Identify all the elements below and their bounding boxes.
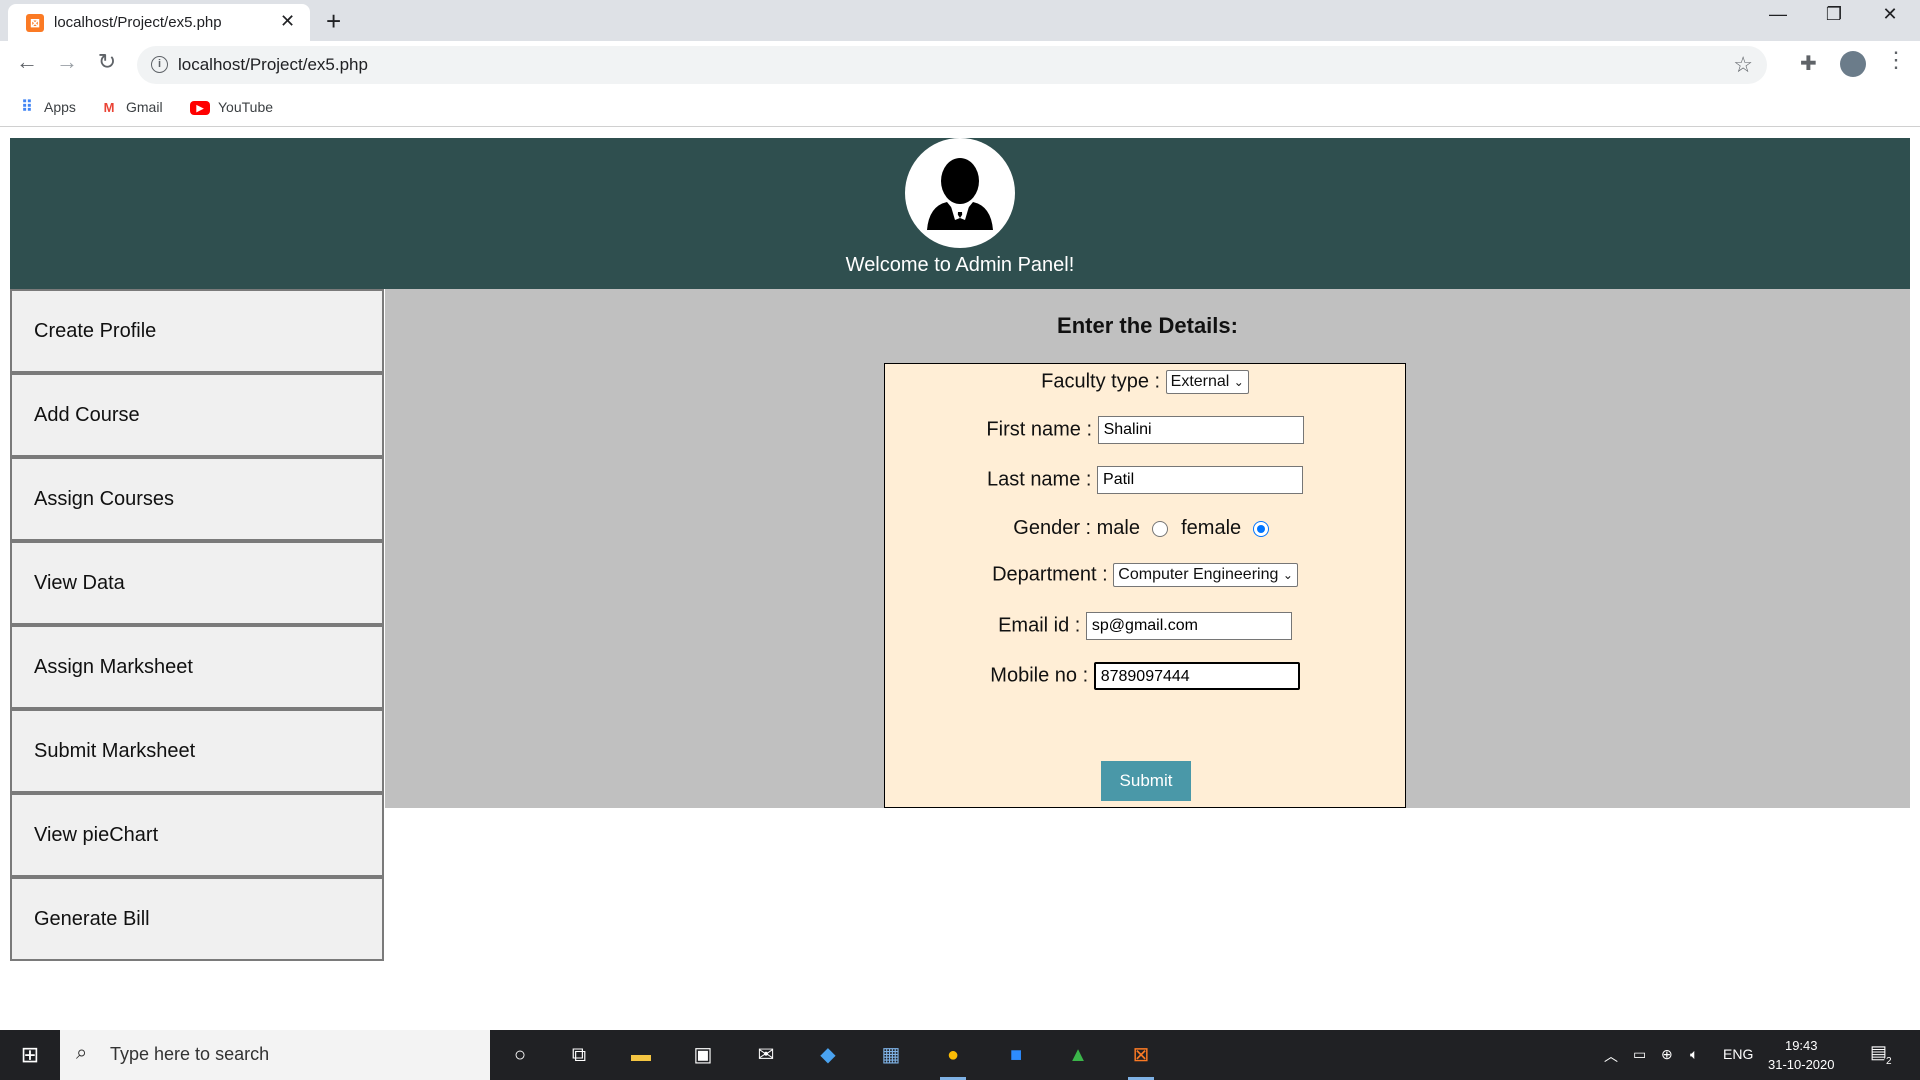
tray-chevron-up-icon[interactable]: ︿: [1604, 1046, 1618, 1066]
windows-taskbar: ⊞ ⌕ Type here to search ○ ⧉ ▬ ▣ ✉ ◆ ▦ ● …: [0, 1030, 1920, 1080]
clock-date: 31-10-2020: [1768, 1057, 1835, 1072]
chrome-icon[interactable]: ●: [940, 1042, 966, 1080]
bookmark-apps[interactable]: ⠿ Apps: [18, 96, 76, 118]
welcome-text: Welcome to Admin Panel!: [845, 254, 1075, 276]
windows-start-icon[interactable]: ⊞: [17, 1042, 43, 1068]
cortana-icon[interactable]: ○: [507, 1042, 533, 1068]
close-tab-icon[interactable]: ✕: [280, 11, 295, 32]
taskbar-search[interactable]: ⌕ Type here to search: [60, 1030, 490, 1080]
store-icon[interactable]: ▣: [690, 1042, 716, 1068]
apps-grid-icon: ⠿: [21, 99, 33, 117]
gender-label: Gender : male: [1013, 517, 1140, 540]
restore-icon[interactable]: ❐: [1814, 4, 1854, 25]
bookmarks-bar: ⠿ Apps M Gmail ▶ YouTube: [0, 89, 1920, 127]
tab-title: localhost/Project/ex5.php: [54, 14, 222, 31]
department-row: Department : Computer Engineering ⌄: [885, 563, 1405, 587]
notification-count: 2: [1884, 1056, 1894, 1067]
faculty-type-row: Faculty type : External ⌄: [885, 370, 1405, 394]
details-form: Faculty type : External ⌄ First name : S…: [884, 363, 1406, 808]
photos-icon[interactable]: ▦: [878, 1042, 904, 1068]
department-select[interactable]: Computer Engineering ⌄: [1113, 563, 1298, 587]
faculty-type-label: Faculty type :: [1041, 370, 1161, 393]
gender-row: Gender : male female: [885, 517, 1405, 540]
bookmark-label: Apps: [44, 99, 76, 115]
url-text[interactable]: localhost/Project/ex5.php: [178, 55, 368, 75]
battery-icon[interactable]: ▭: [1633, 1046, 1646, 1063]
taskbar-search-placeholder: Type here to search: [110, 1044, 270, 1064]
browser-tab[interactable]: ⊠ localhost/Project/ex5.php ✕: [8, 4, 310, 41]
mobile-input[interactable]: 8789097444: [1093, 662, 1300, 690]
xampp-icon[interactable]: ⊠: [1128, 1042, 1154, 1080]
first-name-label: First name :: [986, 418, 1092, 441]
browser-tabstrip: ⊠ localhost/Project/ex5.php ✕ + — ❐ ✕: [0, 0, 1920, 41]
new-tab-icon[interactable]: +: [326, 6, 341, 37]
minimize-icon[interactable]: —: [1758, 4, 1798, 25]
admin-header: Welcome to Admin Panel!: [10, 138, 1910, 289]
browser-toolbar: ← → ↻ i localhost/Project/ex5.php ☆ ✚ ⋮: [0, 41, 1920, 89]
sidebar-item-generate-bill[interactable]: Generate Bill: [10, 877, 384, 961]
gender-female-label: female: [1181, 517, 1242, 540]
chevron-down-icon: ⌄: [1233, 375, 1244, 389]
first-name-row: First name : Shalini: [885, 416, 1405, 444]
sidebar-item-assign-marksheet[interactable]: Assign Marksheet: [10, 625, 384, 709]
sidebar-item-submit-marksheet[interactable]: Submit Marksheet: [10, 709, 384, 793]
forward-icon[interactable]: →: [52, 49, 82, 75]
last-name-label: Last name :: [986, 468, 1092, 491]
remote-desktop-icon[interactable]: ▲: [1065, 1042, 1091, 1068]
form-title: Enter the Details:: [1057, 313, 1238, 338]
youtube-icon: ▶: [190, 101, 210, 116]
window-close-icon[interactable]: ✕: [1870, 4, 1910, 25]
sidebar: Create Profile Add Course Assign Courses…: [10, 289, 385, 961]
task-view-icon[interactable]: ⧉: [566, 1042, 592, 1068]
app-icon[interactable]: ◆: [815, 1042, 841, 1068]
browser-menu-icon[interactable]: ⋮: [1885, 47, 1907, 73]
bookmark-youtube[interactable]: ▶ YouTube: [190, 96, 273, 118]
mobile-row: Mobile no : 8789097444: [885, 662, 1405, 690]
page: Welcome to Admin Panel! Create Profile A…: [10, 138, 1910, 1028]
faculty-type-select[interactable]: External ⌄: [1165, 370, 1249, 394]
xampp-favicon-icon: ⊠: [26, 14, 44, 32]
chevron-down-icon: ⌄: [1282, 568, 1293, 582]
mail-icon[interactable]: ✉: [753, 1042, 779, 1068]
network-globe-icon[interactable]: ⊕: [1661, 1046, 1673, 1063]
sidebar-item-create-profile[interactable]: Create Profile: [10, 289, 384, 373]
extensions-puzzle-icon[interactable]: ✚: [1800, 51, 1817, 76]
bookmark-label: Gmail: [126, 99, 163, 115]
address-bar[interactable]: i localhost/Project/ex5.php ☆: [137, 46, 1767, 84]
volume-icon[interactable]: 🔈︎: [1690, 1046, 1698, 1063]
first-name-input[interactable]: Shalini: [1097, 416, 1304, 444]
profile-avatar[interactable]: [1840, 51, 1866, 77]
site-info-icon[interactable]: i: [151, 56, 168, 73]
last-name-row: Last name : Patil: [885, 466, 1405, 494]
zoom-icon[interactable]: ■: [1003, 1042, 1029, 1068]
bookmark-label: YouTube: [218, 99, 274, 115]
sidebar-item-assign-courses[interactable]: Assign Courses: [10, 457, 384, 541]
bookmark-star-icon[interactable]: ☆: [1733, 52, 1753, 78]
email-label: Email id :: [998, 614, 1081, 637]
mobile-label: Mobile no :: [990, 664, 1089, 687]
gender-female-radio[interactable]: [1252, 520, 1269, 537]
search-icon: ⌕: [76, 1042, 88, 1064]
reload-icon[interactable]: ↻: [92, 49, 122, 75]
clock-time: 19:43: [1784, 1038, 1818, 1053]
language-indicator[interactable]: ENG: [1723, 1046, 1753, 1062]
last-name-input[interactable]: Patil: [1097, 466, 1304, 494]
gender-male-radio[interactable]: [1151, 520, 1168, 537]
gmail-icon: M: [103, 100, 115, 116]
admin-avatar-icon: [905, 138, 1015, 248]
email-input[interactable]: sp@gmail.com: [1085, 612, 1292, 640]
email-row: Email id : sp@gmail.com: [885, 612, 1405, 640]
bookmark-gmail[interactable]: M Gmail: [100, 96, 163, 118]
sidebar-item-view-data[interactable]: View Data: [10, 541, 384, 625]
faculty-type-value: External: [1170, 373, 1230, 390]
sidebar-item-add-course[interactable]: Add Course: [10, 373, 384, 457]
sidebar-item-view-piechart[interactable]: View pieChart: [10, 793, 384, 877]
file-explorer-icon[interactable]: ▬: [628, 1042, 654, 1068]
department-value: Computer Engineering: [1118, 566, 1279, 583]
back-icon[interactable]: ←: [12, 49, 42, 75]
clock[interactable]: 19:43 31-10-2020: [1768, 1036, 1835, 1074]
department-label: Department :: [992, 563, 1108, 586]
submit-button[interactable]: Submit: [1101, 761, 1191, 801]
